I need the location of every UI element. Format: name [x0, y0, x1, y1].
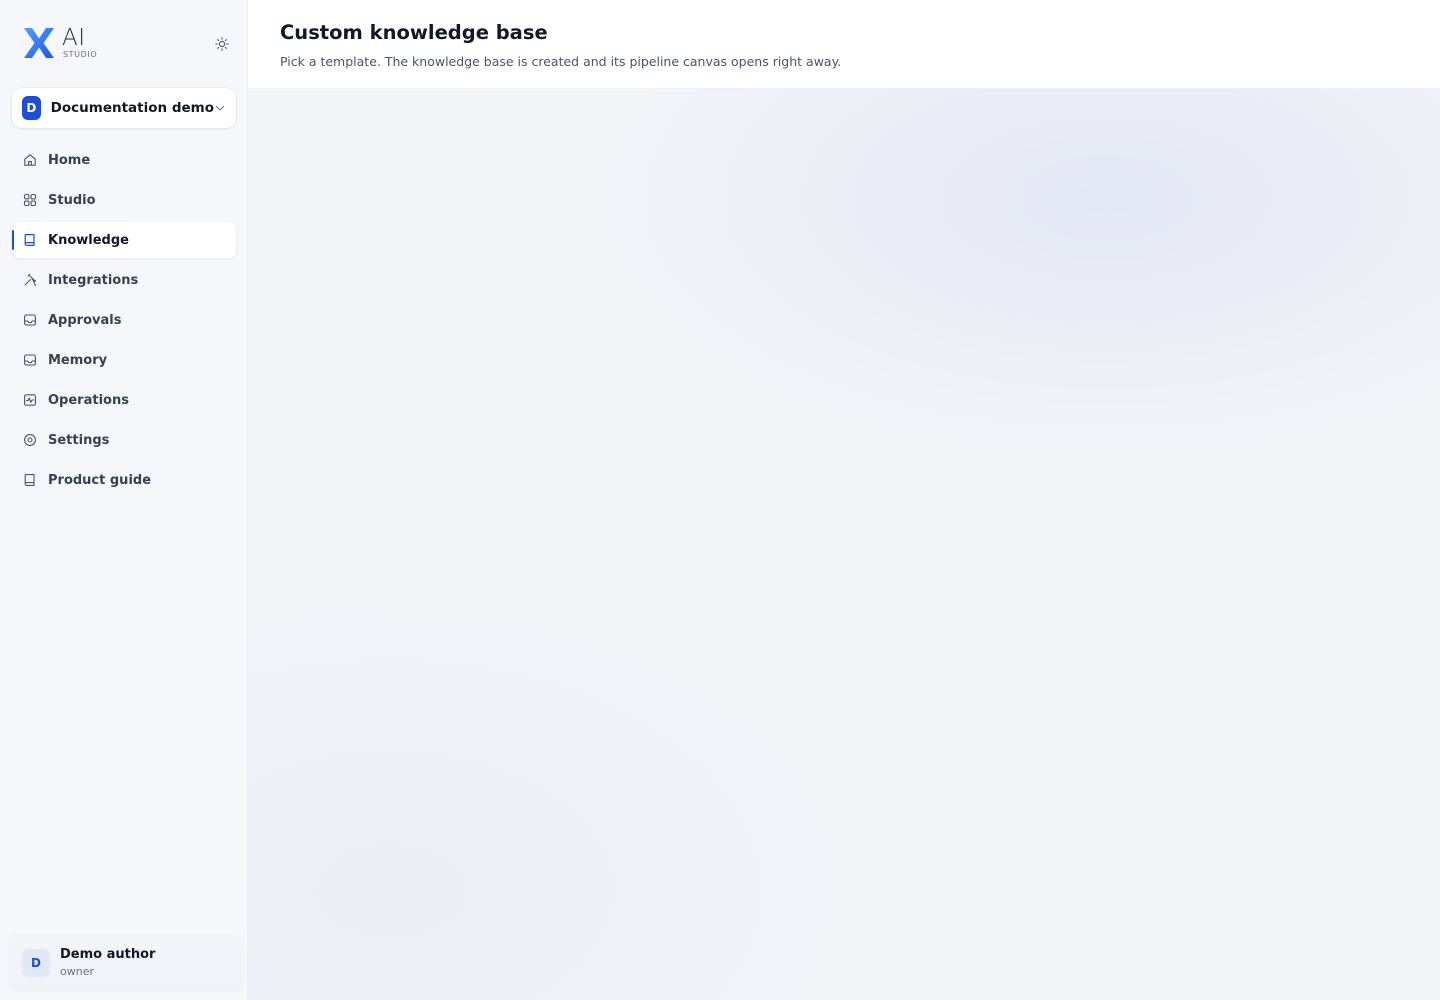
book-icon — [22, 232, 38, 248]
page-subtitle: Pick a template. The knowledge base is c… — [280, 54, 842, 69]
sidebar-item-label: Integrations — [48, 272, 139, 288]
brand-studio-text: STUDIO — [63, 50, 98, 59]
inbox-icon — [22, 352, 38, 368]
sidebar-item-label: Home — [48, 152, 91, 168]
activity-icon — [22, 392, 38, 408]
sidebar-item-approvals[interactable]: Approvals — [12, 302, 236, 338]
sidebar-item-label: Memory — [48, 352, 108, 368]
user-info: Demo author owner — [60, 946, 155, 981]
sidebar-item-settings[interactable]: Settings — [12, 422, 236, 458]
page-header: Custom knowledge base Pick a template. T… — [248, 0, 1440, 89]
sidebar-item-knowledge[interactable]: Knowledge — [12, 222, 236, 258]
user-profile[interactable]: D Demo author owner — [8, 934, 244, 992]
sidebar-item-product-guide[interactable]: Product guide — [12, 462, 236, 498]
sidebar-item-label: Product guide — [48, 472, 152, 488]
sidebar: AI STUDIO D Documentation demo Home Stud… — [0, 0, 248, 1000]
sidebar-item-label: Knowledge — [48, 232, 129, 248]
sidebar-item-operations[interactable]: Operations — [12, 382, 236, 418]
theme-toggle-button[interactable] — [212, 34, 232, 54]
template-canvas — [248, 89, 1440, 1000]
gear-icon — [22, 432, 38, 448]
sidebar-item-label: Approvals — [48, 312, 122, 328]
avatar: D — [22, 949, 50, 977]
brand-logo[interactable]: AI STUDIO — [22, 26, 106, 60]
sidebar-item-label: Studio — [48, 192, 96, 208]
sidebar-item-integrations[interactable]: Integrations — [12, 262, 236, 298]
grid-icon — [22, 192, 38, 208]
tools-icon — [22, 272, 38, 288]
sidebar-item-label: Operations — [48, 392, 129, 408]
sidebar-item-label: Settings — [48, 432, 110, 448]
logo-mark-icon — [24, 28, 54, 58]
user-name: Demo author — [60, 946, 156, 962]
workspace-avatar: D — [22, 96, 41, 120]
sun-icon — [215, 37, 229, 51]
book-icon — [22, 472, 38, 488]
sidebar-item-memory[interactable]: Memory — [12, 342, 236, 378]
inbox-icon — [22, 312, 38, 328]
chevron-down-icon — [214, 101, 226, 115]
sidebar-nav: Home Studio Knowledge Integrations Appro… — [12, 142, 236, 502]
page-title: Custom knowledge base — [280, 21, 548, 44]
workspace-name: Documentation demo — [50, 100, 214, 116]
sidebar-item-home[interactable]: Home — [12, 142, 236, 178]
sidebar-item-studio[interactable]: Studio — [12, 182, 236, 218]
brand-ai-text: AI — [62, 25, 86, 51]
brand-wordmark: AI STUDIO — [62, 26, 106, 60]
workspace-switcher[interactable]: D Documentation demo — [12, 88, 236, 128]
user-role: owner — [60, 964, 94, 978]
home-icon — [22, 152, 38, 168]
